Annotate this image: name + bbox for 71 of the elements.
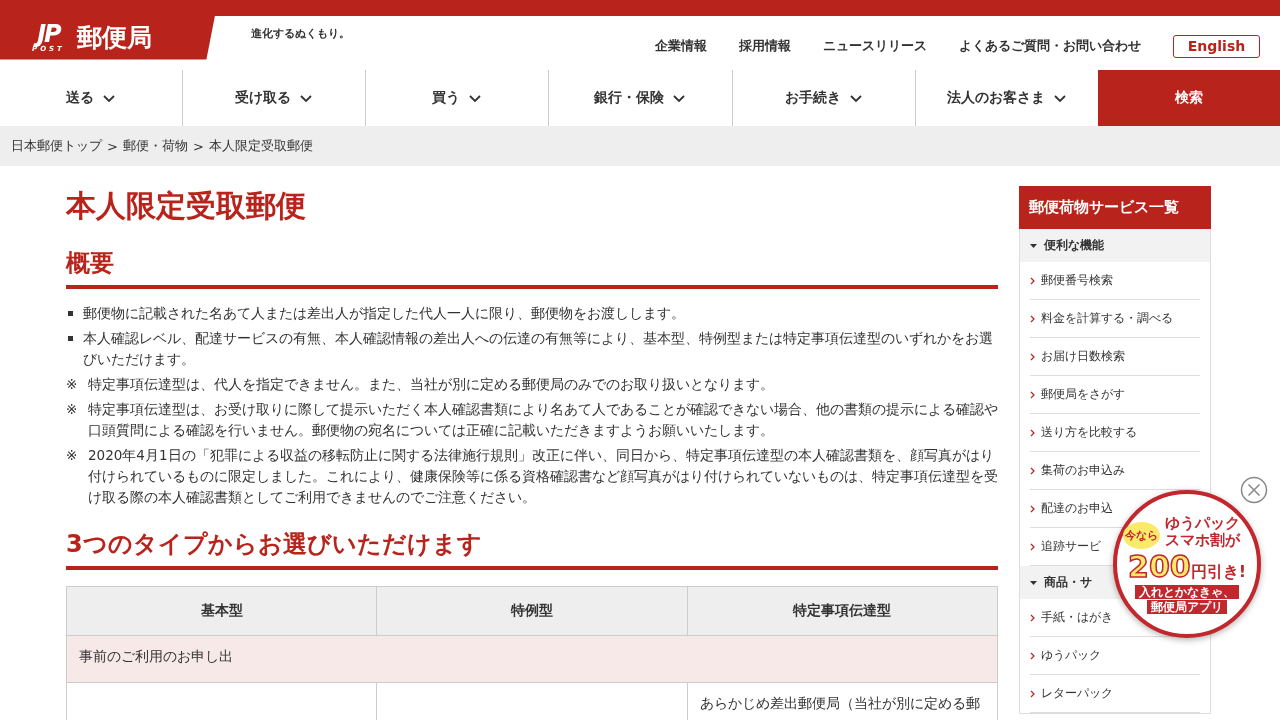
sidebar-title: 郵便荷物サービス一覧 xyxy=(1019,186,1211,229)
note-text: 本人確認レベル、配達サービスの有無、本人確認情報の差出人への伝達の有無等により、基本型、特例型または特定事項伝達型のいずれかをお選びいただけます。 xyxy=(83,329,994,369)
note-text: 2020年4月1日の「犯罪による収益の移転防止に関する法律施行規則」改正に伴い、同日から、特定事項伝達型の本人確認書類を、顔写真がはり付けられているものに限定しました。これにより、健康保険等に係る資格確認書など顔写真がはり付けられていないものは、特定事項伝達型を受け取る際の本人確認書類としてご利用できませんのでご注意ください。 xyxy=(88,446,998,507)
chevron-right-icon xyxy=(1030,314,1035,323)
promo-amount: 200 xyxy=(1128,548,1191,584)
chevron-right-icon xyxy=(1030,276,1035,285)
language-button[interactable]: English xyxy=(1173,34,1260,58)
chevron-right-icon xyxy=(1030,542,1035,551)
table-header-cell: 特定事項伝達型 xyxy=(687,586,998,636)
chevron-right-icon xyxy=(1030,689,1035,698)
sidebar-link[interactable]: 送り方を比較する xyxy=(1030,424,1137,441)
note-text: 郵便物に記載された名あて人または差出人が指定した代人一人に限り、郵便物をお渡しします。 xyxy=(83,304,686,323)
sidebar-link[interactable]: ゆうパック xyxy=(1030,647,1101,664)
bullet-icon xyxy=(68,311,73,316)
bullet-icon xyxy=(68,336,73,341)
logo-text: 郵便局 xyxy=(76,22,152,54)
chevron-down-icon xyxy=(1052,92,1067,104)
table-header-cell: 特例型 xyxy=(376,586,688,636)
sidebar-link[interactable]: 集荷のお申込み xyxy=(1030,462,1125,479)
triangle-icon xyxy=(1030,579,1037,586)
promo-headline: スマホ割が xyxy=(1164,531,1240,549)
breadcrumb-separator: > xyxy=(192,138,204,154)
sidebar-link[interactable]: 郵便局をさがす xyxy=(1030,386,1125,403)
promo-headline: ゆうパック xyxy=(1164,514,1240,532)
close-icon[interactable] xyxy=(1240,476,1268,504)
chevron-down-icon xyxy=(468,92,483,104)
sidebar-link[interactable]: 追跡サービ xyxy=(1030,538,1101,555)
header-link[interactable]: よくあるご質問・お問い合わせ xyxy=(959,37,1141,55)
promo-badge: 今なら xyxy=(1123,522,1160,549)
header-link[interactable]: 企業情報 xyxy=(655,37,707,55)
note-mark: ※ xyxy=(66,446,79,465)
section-heading: 3つのタイプからお選びいただけます xyxy=(66,528,998,570)
sidebar-link[interactable]: 配達のお申込 xyxy=(1030,500,1113,517)
table-header-cell: 基本型 xyxy=(66,586,377,636)
breadcrumb-separator: > xyxy=(107,138,118,154)
breadcrumb-link[interactable]: 郵便・荷物 xyxy=(122,137,188,155)
sidebar-link[interactable]: レターパック xyxy=(1030,685,1113,702)
chevron-down-icon xyxy=(848,92,863,104)
chevron-right-icon xyxy=(1030,466,1035,475)
note-mark: ※ xyxy=(66,400,79,419)
search-button[interactable]: 検索 xyxy=(1097,70,1280,126)
chevron-down-icon xyxy=(102,92,117,104)
chevron-right-icon xyxy=(1030,428,1035,437)
chevron-down-icon xyxy=(299,92,314,104)
sidebar-link[interactable]: 郵便番号検索 xyxy=(1030,272,1113,289)
chevron-right-icon xyxy=(1030,390,1035,399)
promo-dialog[interactable]: 今なら ゆうパック スマホ割が 200円引き! 入れとかなきゃ、 郵便局アプリ xyxy=(1113,490,1261,638)
note-mark: ※ xyxy=(66,375,79,394)
page-title: 本人限定受取郵便 xyxy=(66,187,307,225)
section-heading: 概要 xyxy=(66,247,998,289)
sidebar-link[interactable]: 手紙・はがき xyxy=(1030,609,1113,626)
chevron-down-icon xyxy=(672,92,687,104)
sidebar-link[interactable]: 料金を計算する・調べる xyxy=(1030,310,1173,327)
chevron-right-icon xyxy=(1030,504,1035,513)
tagline: 進化するぬくもり。 xyxy=(251,25,350,41)
breadcrumb-link[interactable]: 日本郵便トップ xyxy=(11,137,102,155)
chevron-right-icon xyxy=(1030,651,1035,660)
chevron-right-icon xyxy=(1030,613,1035,622)
promo-amount-suffix: 円引き! xyxy=(1190,561,1246,583)
chevron-right-icon xyxy=(1030,352,1035,361)
table-group-cell: 事前のご利用のお申し出 xyxy=(66,635,998,683)
header-link[interactable]: 採用情報 xyxy=(739,37,791,55)
note-text: 特定事項伝達型は、お受け取りに際して提示いただく本人確認書類により名あて人であることが確認できない場合、他の書類の提示による確認や口頭質問による確認を行いません。郵便物の宛名については正確に記載いただきますようお願いいたします。 xyxy=(88,400,998,440)
note-text: 特定事項伝達型は、代人を指定できません。また、当社が別に定める郵便局のみでのお取り扱いとなります。 xyxy=(88,375,775,394)
header-link[interactable]: ニュースリリース xyxy=(823,37,927,55)
sidebar-link[interactable]: お届け日数検索 xyxy=(1030,348,1125,365)
promo-tagline: 郵便局アプリ xyxy=(1147,599,1227,614)
sidebar-group-header[interactable]: 商品・サ xyxy=(1030,574,1092,591)
triangle-icon xyxy=(1030,242,1037,249)
breadcrumb-link[interactable]: 本人限定受取郵便 xyxy=(208,137,313,155)
promo-tagline: 入れとかなきゃ、 xyxy=(1135,584,1239,599)
